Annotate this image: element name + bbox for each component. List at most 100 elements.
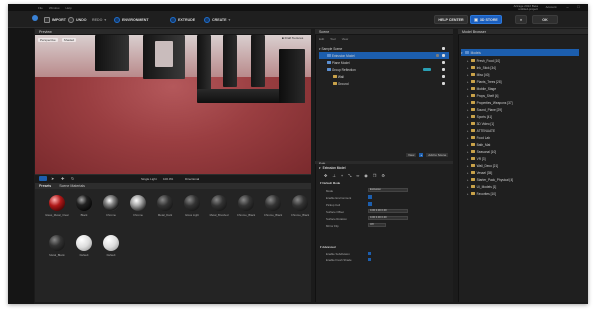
account-label[interactable]: Account (543, 5, 559, 9)
undo-button[interactable]: UNDO (68, 16, 87, 23)
tree-item[interactable]: ▸ Mobile_Stage (467, 85, 585, 92)
tree-item[interactable]: ▸ UI_Models [1] (467, 183, 585, 190)
scene-menu-view[interactable]: View (342, 37, 348, 41)
tab-scene-materials[interactable]: Scene Materials (59, 184, 85, 188)
edit-field-value[interactable]: Extrusion (368, 188, 408, 192)
material-icon[interactable]: ◉ (364, 173, 368, 178)
maximize-icon[interactable]: □ (576, 5, 581, 9)
visibility-icon[interactable] (442, 68, 445, 71)
material-swatch[interactable] (211, 195, 227, 211)
close-icon[interactable]: × (587, 5, 588, 9)
edit-field-value[interactable] (368, 195, 372, 199)
material-swatch[interactable] (157, 195, 173, 211)
perspective-dropdown[interactable]: Perspective (38, 37, 58, 42)
visibility-icon[interactable] (442, 61, 445, 64)
scene-menu-tool[interactable]: Tool (330, 37, 336, 41)
tree-item[interactable]: ▸ Props_Shelf [4] (467, 92, 585, 99)
tree-item[interactable]: ▸ Fresh_Food [10] (467, 57, 585, 64)
edit-field-value[interactable]: 0.00 0.00 0.00 (368, 216, 408, 220)
material-swatch[interactable] (103, 195, 119, 211)
settings-icon[interactable]: ⚙ (381, 173, 385, 178)
tree-item[interactable]: ▸ Misc [40] (467, 71, 585, 78)
tree-item[interactable]: ▸ Properties_Weapons [37] (467, 99, 585, 106)
menu-help[interactable]: Help (66, 6, 72, 10)
tree-item[interactable]: ▸ VR [3] (467, 155, 585, 162)
minimize-icon[interactable]: – (565, 5, 570, 9)
ok-button[interactable]: OK (532, 15, 558, 24)
tree-item[interactable]: ▸ Food Lab (467, 134, 585, 141)
scene-row[interactable]: Group Reflection (319, 66, 449, 73)
tree-item[interactable]: ▸ Sports [41] (467, 113, 585, 120)
add-icon[interactable]: + (341, 173, 343, 178)
scene-row[interactable]: Wall (319, 73, 449, 80)
camera-icon[interactable] (39, 176, 47, 181)
edit-field-value[interactable]: Off (368, 223, 386, 227)
zoom-value[interactable]: 100.0% (163, 177, 173, 181)
visibility-icon[interactable] (442, 54, 445, 57)
add-to-scene-button[interactable]: Add to Scene (426, 153, 449, 157)
scene-row[interactable]: Ground (319, 80, 449, 87)
material-swatch[interactable] (265, 195, 281, 211)
move-icon[interactable]: ✥ (324, 173, 327, 178)
view-button[interactable]: View (406, 153, 417, 157)
section-advanced[interactable]: ▾ Advanced (320, 245, 336, 249)
tab-presets[interactable]: Presets (39, 184, 51, 188)
copy-icon[interactable]: ❐ (373, 173, 377, 178)
import-button[interactable]: IMPORT (44, 16, 66, 23)
environment-button[interactable]: ENVIRONMENT (114, 16, 149, 23)
material-swatch[interactable] (184, 195, 200, 211)
rotate-icon[interactable]: ↻ (71, 176, 74, 181)
scene-menu-edit[interactable]: Edit (319, 37, 324, 41)
link-icon[interactable]: ∞ (356, 173, 359, 178)
shaded-dropdown[interactable]: Shaded (61, 37, 77, 42)
extrude-button[interactable]: EXTRUDE (170, 16, 195, 23)
store-button[interactable]: ▣ 3D STORE (470, 15, 502, 24)
visibility-icon[interactable] (442, 47, 445, 50)
cursor-icon[interactable]: ➤ (51, 176, 54, 181)
tree-item[interactable]: ▸ Vessel [35] (467, 169, 585, 176)
scene-row[interactable]: Plane Model (319, 59, 449, 66)
create-button[interactable]: CREATE ▾ (204, 16, 230, 23)
scene-row[interactable]: ▾ Sample Scene (319, 45, 449, 52)
redo-button[interactable]: REDO ▾ (92, 16, 106, 23)
edit-field-value[interactable]: 0.00 0.00 0.00 (368, 209, 408, 213)
presets-tabs: Presets Scene Materials (35, 183, 311, 189)
cancel-button[interactable]: × (515, 15, 527, 24)
tree-item[interactable]: ▸ Ink_Stick [34] (467, 64, 585, 71)
tree-item[interactable]: ▸ ATTENUATE (467, 127, 585, 134)
tree-item[interactable]: ▸ Bath_Mat (467, 141, 585, 148)
add-icon[interactable]: + (419, 153, 424, 157)
resize-icon[interactable]: ⤡ (348, 173, 351, 178)
tree-root[interactable]: ▾ Models (461, 49, 579, 56)
section-default-mode[interactable]: ▾ Default Mode (320, 181, 340, 185)
lock-icon[interactable] (436, 54, 439, 57)
material-swatch[interactable] (292, 195, 308, 211)
material-swatch[interactable] (103, 235, 119, 251)
menu-window[interactable]: Window (49, 6, 60, 10)
checkbox[interactable] (368, 252, 371, 255)
material-swatch[interactable] (130, 195, 146, 211)
tree-item[interactable]: ▸ Wall_Deco [21] (467, 162, 585, 169)
tree-item[interactable]: ▸ Starter_Pack_Physical [4] (467, 176, 585, 183)
tree-item[interactable]: ▸ Seasonal [10] (467, 148, 585, 155)
material-swatch[interactable] (49, 235, 65, 251)
material-swatch[interactable] (238, 195, 254, 211)
draft-textures-toggle[interactable]: ■ Draft Textures (282, 36, 303, 40)
visibility-icon[interactable] (442, 75, 445, 78)
tree-item[interactable]: ▸ Sound_Plane [29] (467, 106, 585, 113)
tree-item[interactable]: ▸ Favorites [10] (467, 190, 585, 197)
pin-icon[interactable]: ⊥ (332, 173, 335, 178)
material-swatch[interactable] (76, 235, 92, 251)
tree-item[interactable]: ▸ Plants_Trees [28] (467, 78, 585, 85)
visibility-icon[interactable] (442, 82, 445, 85)
3d-viewport[interactable] (35, 35, 311, 174)
help-center-button[interactable]: HELP CENTER (434, 15, 468, 24)
tree-item[interactable]: ▸ 3D Video [1] (467, 120, 585, 127)
move-icon[interactable]: ✚ (61, 176, 64, 181)
checkbox[interactable] (368, 258, 371, 261)
material-swatch[interactable] (76, 195, 92, 211)
scene-row-selected[interactable]: Extrusion Model (319, 52, 449, 59)
menu-file[interactable]: File (38, 6, 43, 10)
edit-field-value[interactable] (368, 202, 372, 206)
material-swatch[interactable] (49, 195, 65, 211)
